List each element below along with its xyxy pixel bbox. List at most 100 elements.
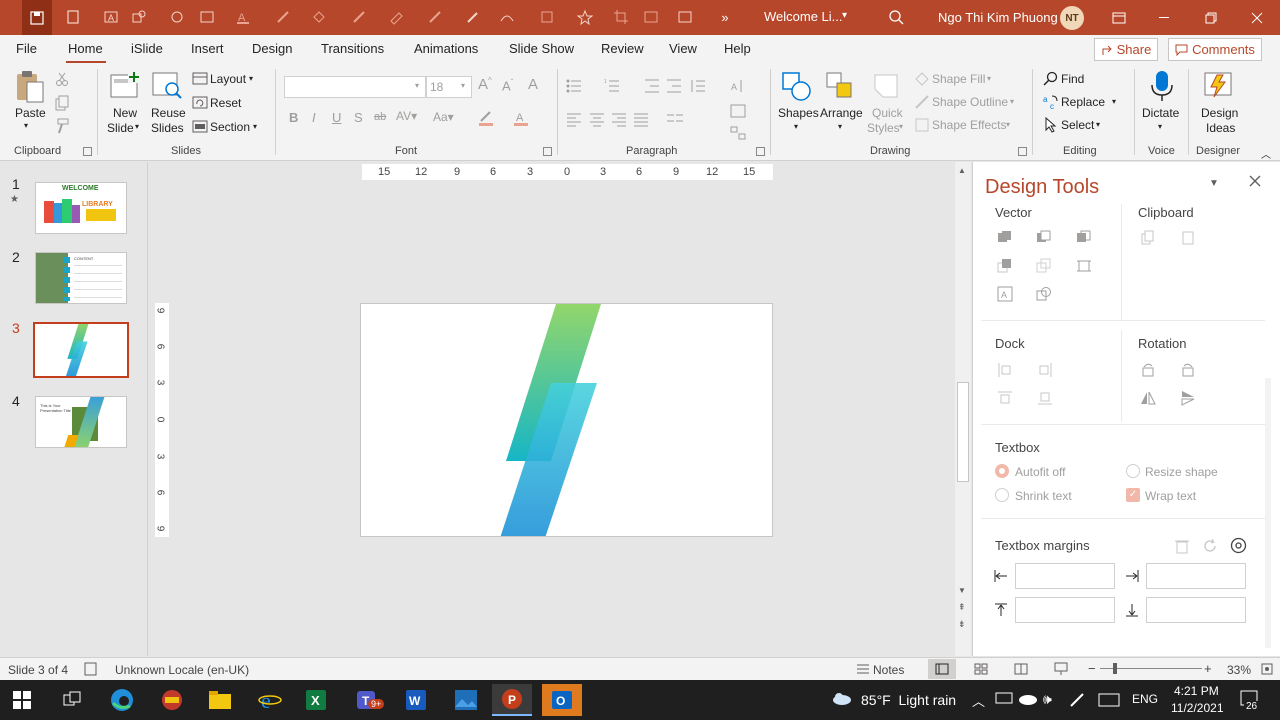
layout-button[interactable]: Layout <box>210 72 246 86</box>
chevron-up-icon[interactable]: ︿ <box>972 691 985 710</box>
tab-home[interactable]: Home <box>68 41 103 56</box>
chevron-down-icon[interactable]: ▾ <box>249 74 253 83</box>
vertical-scrollbar[interactable]: ▲ ▼ ⇞ ⇟ <box>955 162 971 656</box>
microphone-icon[interactable] <box>1146 69 1178 101</box>
dialog-launcher-icon[interactable] <box>1018 147 1027 156</box>
refresh-icon[interactable] <box>1202 538 1218 554</box>
minimize-button[interactable] <box>1142 0 1188 35</box>
clock-time[interactable]: 4:21 PM <box>1174 684 1219 698</box>
new-slide-icon[interactable] <box>110 71 142 103</box>
underline-icon[interactable]: U <box>332 110 341 125</box>
shrink-text-radio[interactable] <box>995 488 1009 502</box>
chevron-down-icon[interactable]: ▾ <box>1112 97 1116 106</box>
highlight-icon[interactable] <box>478 110 494 126</box>
eyedropper-icon[interactable] <box>462 6 484 28</box>
flip-horizontal-icon[interactable] <box>1140 390 1156 406</box>
normal-view-button[interactable] <box>928 659 956 679</box>
shape-effects-icon[interactable] <box>536 6 558 28</box>
section-icon[interactable] <box>192 119 208 135</box>
slide-thumbnail-2[interactable]: CONTENT <box>35 252 127 304</box>
trash-icon[interactable] <box>1174 538 1190 554</box>
tab-view[interactable]: View <box>669 41 697 56</box>
character-spacing-icon[interactable]: AV▾ <box>396 109 417 123</box>
previous-slide-icon[interactable]: ⇞ <box>958 602 966 613</box>
align-center-icon[interactable] <box>589 111 605 127</box>
bold-icon[interactable]: B <box>289 110 298 125</box>
locale-status[interactable]: Unknown Locale (en-UK) <box>115 663 249 677</box>
pane-scrollbar[interactable] <box>1265 378 1271 648</box>
dock-bottom-icon[interactable] <box>1037 390 1053 406</box>
bullets-icon[interactable] <box>566 78 582 94</box>
paste-icon[interactable] <box>13 70 45 103</box>
chevron-down-icon[interactable]: ▾ <box>24 121 28 130</box>
wrap-text-checkbox[interactable]: ✓ <box>1126 488 1140 502</box>
fit-slide-icon[interactable] <box>1260 662 1274 676</box>
slideshow-icon[interactable] <box>1054 662 1068 676</box>
picture-icon[interactable] <box>196 6 218 28</box>
combine-icon[interactable] <box>1036 230 1052 246</box>
word-icon[interactable]: W <box>396 684 436 716</box>
increase-indent-icon[interactable] <box>666 78 682 94</box>
zoom-in-button[interactable]: + <box>1204 661 1212 676</box>
collapse-ribbon-icon[interactable]: ︿ <box>1261 146 1271 161</box>
export-icon[interactable] <box>62 6 84 28</box>
duplicate-shape-icon[interactable] <box>1036 286 1052 302</box>
dock-right-icon[interactable] <box>1037 362 1053 378</box>
notes-icon[interactable] <box>856 663 870 675</box>
quick-styles-icon[interactable] <box>871 71 903 103</box>
shapes-button[interactable]: Shapes <box>778 106 819 120</box>
clock-date[interactable]: 11/2/2021 <box>1171 701 1224 715</box>
highlight-pen-icon[interactable] <box>272 6 294 28</box>
dock-top-icon[interactable] <box>997 390 1013 406</box>
select-icon[interactable] <box>1043 117 1059 133</box>
arrange-button[interactable]: Arrange <box>820 106 863 120</box>
arrange-icon[interactable] <box>825 71 857 103</box>
powerpoint-icon[interactable]: P <box>492 684 532 716</box>
select-button[interactable]: Select <box>1061 118 1094 132</box>
scroll-thumb[interactable] <box>957 382 969 482</box>
reset-icon[interactable] <box>192 95 208 111</box>
tab-transitions[interactable]: Transitions <box>321 41 384 56</box>
share-button[interactable]: Share <box>1094 38 1158 61</box>
text-to-shape-icon[interactable]: A <box>997 286 1013 302</box>
crop-shape-icon[interactable] <box>1076 258 1092 274</box>
chevron-down-icon[interactable]: ▾ <box>794 122 798 131</box>
ribbon-display-icon[interactable] <box>1096 0 1142 35</box>
shape-fill-button[interactable]: Shape Fill <box>932 72 985 86</box>
restore-button[interactable] <box>1188 0 1234 35</box>
dock-left-icon[interactable] <box>997 362 1013 378</box>
tab-slide-show[interactable]: Slide Show <box>509 41 574 56</box>
find-button[interactable]: Find <box>1061 72 1084 86</box>
design-ideas-button-2[interactable]: Ideas <box>1206 121 1235 135</box>
chevron-down-icon[interactable]: ▾ <box>135 122 139 131</box>
network-icon[interactable] <box>995 692 1013 706</box>
reuse-slides-label-2[interactable]: Slides <box>151 121 184 135</box>
star-icon[interactable] <box>574 6 596 28</box>
zoom-level[interactable]: 33% <box>1227 663 1251 677</box>
numbering-icon[interactable]: 1 <box>604 78 620 94</box>
margin-right-input[interactable] <box>1146 563 1246 589</box>
chevron-down-icon[interactable]: ▾ <box>838 122 842 131</box>
union-icon[interactable] <box>997 230 1013 246</box>
margin-top-input[interactable] <box>1015 597 1115 623</box>
copy-icon[interactable] <box>54 95 70 111</box>
next-slide-icon[interactable]: ⇟ <box>958 619 966 630</box>
resize-shape-radio[interactable] <box>1126 464 1140 478</box>
comments-button[interactable]: Comments <box>1168 38 1262 61</box>
outline-icon[interactable] <box>386 6 408 28</box>
zoom-slider-thumb[interactable] <box>1113 663 1117 674</box>
scroll-down-icon[interactable]: ▼ <box>958 586 966 595</box>
chevron-down-icon[interactable]: ▾ <box>1010 97 1014 106</box>
photos-icon[interactable] <box>446 684 486 716</box>
app-icon[interactable] <box>152 684 192 716</box>
margin-bottom-input[interactable] <box>1146 597 1246 623</box>
volume-icon[interactable]: 🕪 <box>1043 691 1052 708</box>
dictate-button[interactable]: Dictate <box>1142 106 1179 120</box>
search-icon[interactable] <box>885 6 907 28</box>
pane-options-icon[interactable]: ▼ <box>1209 178 1219 189</box>
quick-styles-button-2[interactable]: Styles <box>867 121 900 135</box>
section-button[interactable]: Section <box>210 120 250 134</box>
slide-thumbnail-3[interactable] <box>33 322 129 378</box>
chevron-down-icon[interactable]: ▾ <box>1096 120 1100 129</box>
tab-design[interactable]: Design <box>252 41 292 56</box>
